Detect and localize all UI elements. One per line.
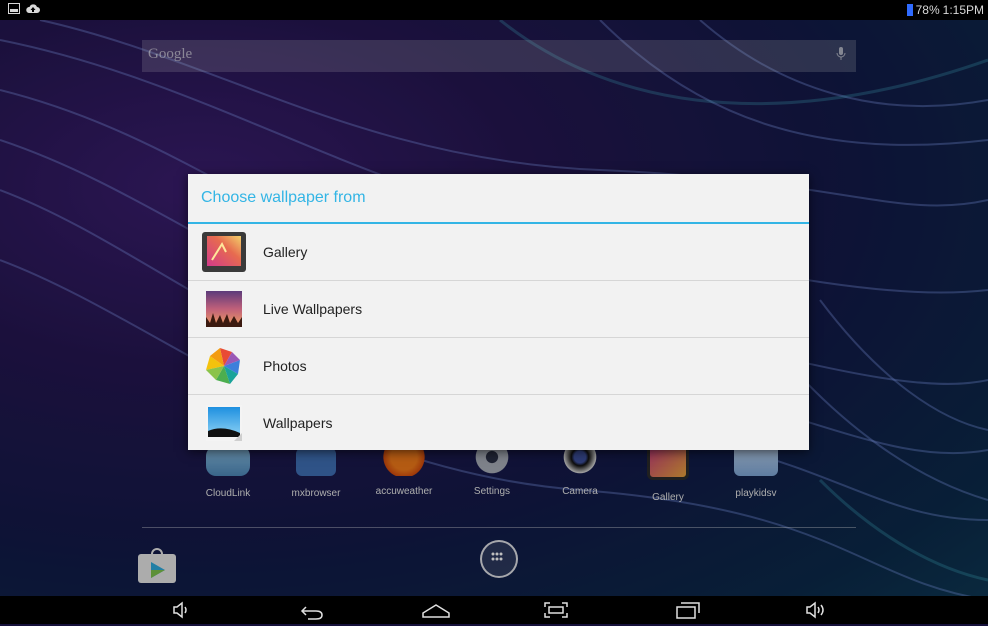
- screenshot-notification-icon: [8, 3, 20, 17]
- back-icon[interactable]: [296, 599, 326, 621]
- list-item-photos[interactable]: Photos: [188, 338, 809, 395]
- battery-percent: 78%: [915, 3, 940, 17]
- wallpapers-icon: [202, 403, 246, 443]
- gallery-icon: [202, 232, 246, 272]
- home-icon[interactable]: [421, 599, 451, 621]
- clock: 1:15PM: [942, 3, 984, 17]
- list-item-live-wallpapers[interactable]: Live Wallpapers: [188, 281, 809, 338]
- photos-pinwheel-icon: [202, 346, 246, 386]
- recent-apps-icon[interactable]: [673, 599, 703, 621]
- list-item-label: Live Wallpapers: [263, 301, 363, 317]
- list-item-wallpapers[interactable]: Wallpapers: [188, 395, 809, 451]
- status-bar: 78% 1:15PM: [0, 0, 988, 20]
- battery-icon: [906, 4, 913, 16]
- list-item-label: Gallery: [263, 244, 308, 260]
- screenshot-icon[interactable]: [541, 599, 571, 621]
- list-item-label: Photos: [263, 358, 307, 374]
- cloud-upload-icon: [26, 3, 40, 17]
- volume-down-icon[interactable]: [166, 599, 196, 621]
- list-item-label: Wallpapers: [263, 415, 333, 431]
- navigation-bar: [0, 596, 988, 624]
- dialog-title: Choose wallpaper from: [188, 174, 809, 224]
- list-item-gallery[interactable]: Gallery: [188, 224, 809, 281]
- live-wallpapers-icon: [202, 289, 246, 329]
- volume-up-icon[interactable]: [801, 599, 831, 621]
- choose-wallpaper-dialog: Choose wallpaper from Gallery Live Wallp…: [188, 174, 809, 450]
